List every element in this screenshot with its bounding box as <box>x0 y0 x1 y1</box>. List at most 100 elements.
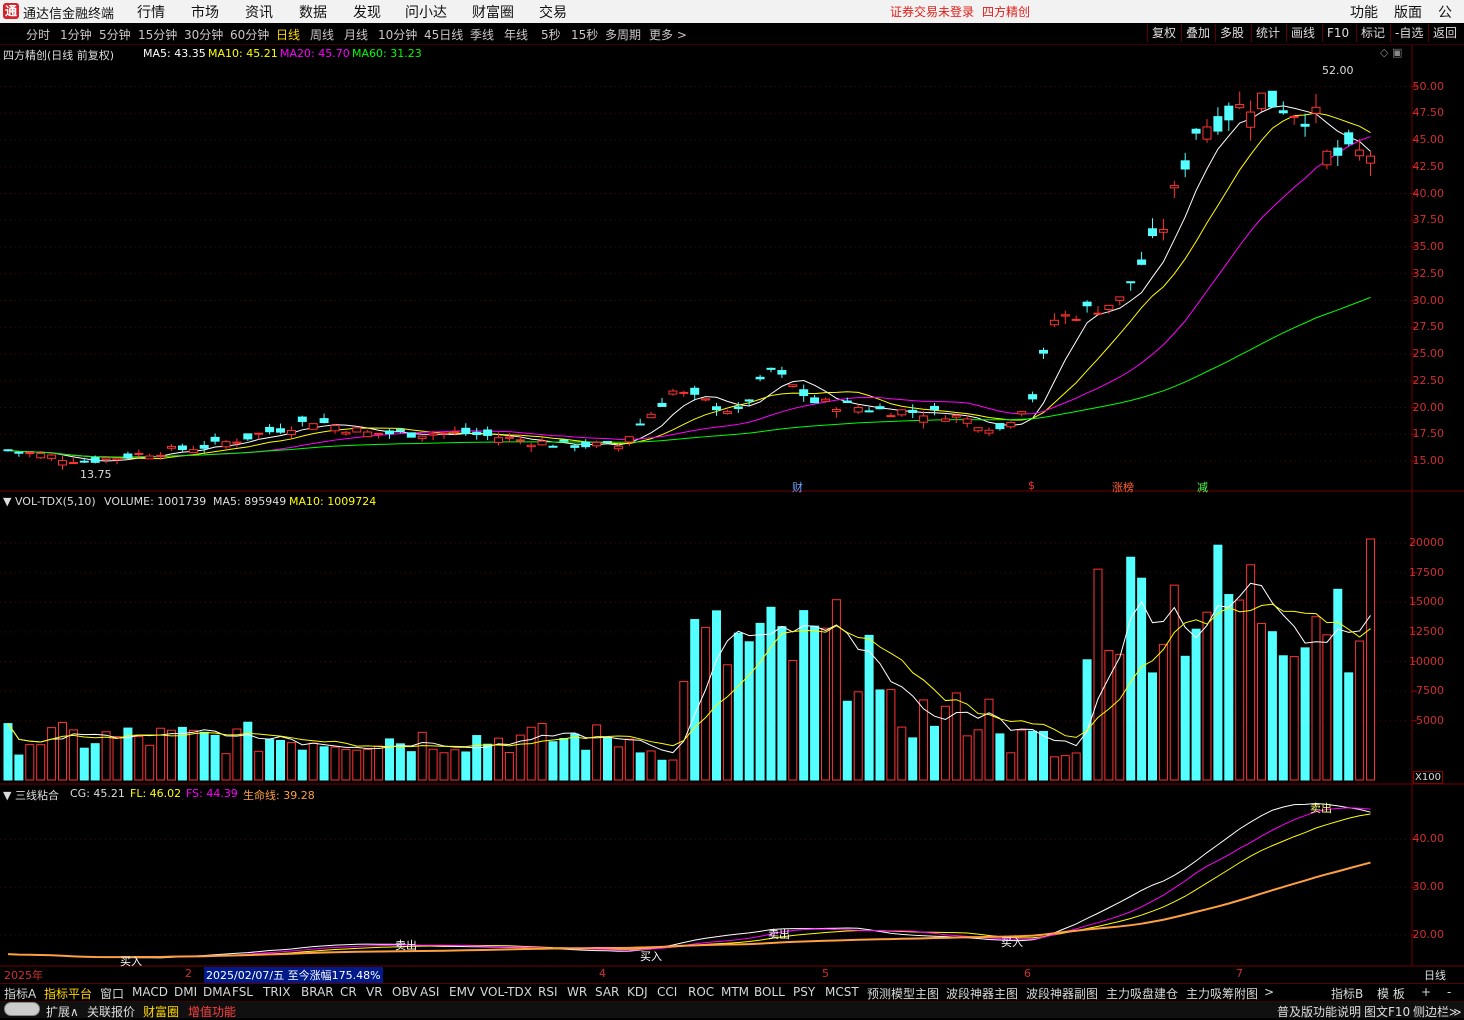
tab-31[interactable]: 指标B <box>1331 985 1363 1002</box>
period-quarter[interactable]: 季线 <box>470 26 494 43</box>
volume-pane-title[interactable]: ▼ VOL-TDX(5,10) <box>3 495 96 508</box>
indicator-pane-title[interactable]: ▼ 三线粘合 <box>3 787 59 803</box>
value-added-button[interactable]: 增值功能 <box>188 1003 236 1020</box>
tab-1[interactable]: 指标平台 <box>44 985 92 1002</box>
tab-30[interactable]: > <box>1264 985 1274 999</box>
period-fenshi[interactable]: 分时 <box>26 26 50 43</box>
menu-shichang[interactable]: 市场 <box>191 2 219 22</box>
tab-32[interactable]: 模 板 <box>1377 985 1405 1002</box>
volume-bar <box>221 753 231 781</box>
volume-bar <box>101 731 111 781</box>
tab-29[interactable]: 主力吸筹附图 <box>1186 985 1258 1002</box>
tab-28[interactable]: 主力吸盘建仓 <box>1106 985 1178 1002</box>
period-45day[interactable]: 45日线 <box>424 26 463 43</box>
multi-stock-button[interactable]: 多股 <box>1215 24 1244 42</box>
back-button[interactable]: 返回 <box>1428 24 1457 42</box>
main-pane-title[interactable]: 四方精创(日线 前复权) <box>3 47 114 63</box>
period-year[interactable]: 年线 <box>504 26 528 43</box>
period-30min[interactable]: 30分钟 <box>184 26 223 43</box>
menu-caifuquan[interactable]: 财富圈 <box>472 2 514 22</box>
period-more[interactable]: 更多 > <box>649 26 687 43</box>
candle-body <box>472 431 482 436</box>
tab-33[interactable]: + <box>1421 985 1431 999</box>
tab-21[interactable]: MTM <box>721 985 749 999</box>
period-10min[interactable]: 10分钟 <box>378 26 417 43</box>
period-multi[interactable]: 多周期 <box>605 26 641 43</box>
remove-watchlist-button[interactable]: -自选 <box>1390 24 1423 42</box>
tab-2[interactable]: 窗口 <box>100 985 124 1002</box>
candle-body <box>374 432 384 435</box>
mark-button[interactable]: 标记 <box>1356 24 1385 42</box>
period-indicator[interactable]: 日线 <box>1424 967 1446 983</box>
draw-line-button[interactable]: 画线 <box>1286 24 1315 42</box>
candle-body <box>406 432 416 438</box>
related-quotes-button[interactable]: 关联报价 <box>87 1003 135 1020</box>
tab-19[interactable]: CCI <box>657 985 677 999</box>
menu-faxian[interactable]: 发现 <box>353 2 381 22</box>
tab-20[interactable]: ROC <box>688 985 714 999</box>
tab-7[interactable]: TRIX <box>263 985 290 999</box>
f10-text-link[interactable]: 图文F10 <box>1364 1003 1410 1020</box>
tab-3[interactable]: MACD <box>132 985 168 999</box>
tab-18[interactable]: KDJ <box>627 985 648 999</box>
event-dollar[interactable]: $ <box>1028 479 1035 492</box>
menu-banmian[interactable]: 版面 <box>1394 2 1422 22</box>
menu-jiaoyi[interactable]: 交易 <box>539 2 567 22</box>
menu-hangqing[interactable]: 行情 <box>137 2 165 22</box>
volume-bar <box>897 726 907 781</box>
tab-17[interactable]: SAR <box>595 985 619 999</box>
period-monthly[interactable]: 月线 <box>344 26 368 43</box>
menu-gongneng[interactable]: 功能 <box>1350 2 1378 22</box>
period-weekly[interactable]: 周线 <box>310 26 334 43</box>
tab-23[interactable]: PSY <box>793 985 815 999</box>
tab-24[interactable]: MCST <box>825 985 859 999</box>
tab-15[interactable]: RSI <box>538 985 558 999</box>
tab-6[interactable]: FSL <box>232 985 253 999</box>
tab-14[interactable]: VOL-TDX <box>480 985 532 999</box>
menu-wenxiaoda[interactable]: 问小达 <box>405 2 447 22</box>
caifuquan-button[interactable]: 财富圈 <box>143 1003 179 1020</box>
period-60min[interactable]: 60分钟 <box>230 26 269 43</box>
tab-22[interactable]: BOLL <box>754 985 785 999</box>
chart-canvas[interactable] <box>0 0 1464 1017</box>
tab-34[interactable]: - <box>1447 985 1451 999</box>
tab-16[interactable]: WR <box>567 985 587 999</box>
tab-9[interactable]: CR <box>340 985 357 999</box>
trade-login-notice[interactable]: 证券交易未登录 <box>890 3 974 20</box>
period-daily[interactable]: 日线 <box>276 26 300 43</box>
tab-27[interactable]: 波段神器副图 <box>1026 985 1098 1002</box>
tab-26[interactable]: 波段神器主图 <box>946 985 1018 1002</box>
tab-25[interactable]: 预测模型主图 <box>867 985 939 1002</box>
tab-12[interactable]: ASI <box>420 985 439 999</box>
tab-8[interactable]: BRAR <box>301 985 334 999</box>
volume-bar <box>864 634 874 781</box>
period-5min[interactable]: 5分钟 <box>99 26 131 43</box>
volume-bar <box>1039 730 1048 781</box>
sidebar-toggle[interactable]: 侧边栏≫ <box>1413 1003 1462 1020</box>
statistics-button[interactable]: 统计 <box>1251 24 1280 42</box>
period-15min[interactable]: 15分钟 <box>138 26 177 43</box>
tab-5[interactable]: DMA <box>203 985 231 999</box>
expand-button[interactable]: 扩展∧ <box>46 1003 79 1020</box>
volume-bar <box>1169 584 1179 781</box>
event-zhangbang[interactable]: 涨榜 <box>1112 479 1134 495</box>
period-15sec[interactable]: 15秒 <box>571 26 598 43</box>
tab-0[interactable]: 指标A <box>4 985 36 1002</box>
period-1min[interactable]: 1分钟 <box>60 26 92 43</box>
f10-button[interactable]: F10 <box>1322 24 1349 42</box>
pane-settings-icon[interactable]: ◇ ▣ <box>1380 46 1402 59</box>
fuquan-button[interactable]: 复权 <box>1147 24 1176 42</box>
tab-4[interactable]: DMI <box>174 985 197 999</box>
tab-10[interactable]: VR <box>366 985 383 999</box>
edition-info-link[interactable]: 普及版功能说明 <box>1277 1003 1361 1020</box>
tab-11[interactable]: OBV <box>392 985 418 999</box>
volume-bar <box>1355 640 1365 781</box>
toggle-switch[interactable] <box>4 1002 40 1016</box>
menu-zixun[interactable]: 资讯 <box>245 2 273 22</box>
tab-13[interactable]: EMV <box>449 985 475 999</box>
menu-shuju[interactable]: 数据 <box>299 2 327 22</box>
overlay-button[interactable]: 叠加 <box>1181 24 1210 42</box>
event-finance[interactable]: 财 <box>792 479 803 495</box>
period-5sec[interactable]: 5秒 <box>541 26 561 43</box>
event-reduce[interactable]: 减 <box>1197 479 1208 495</box>
